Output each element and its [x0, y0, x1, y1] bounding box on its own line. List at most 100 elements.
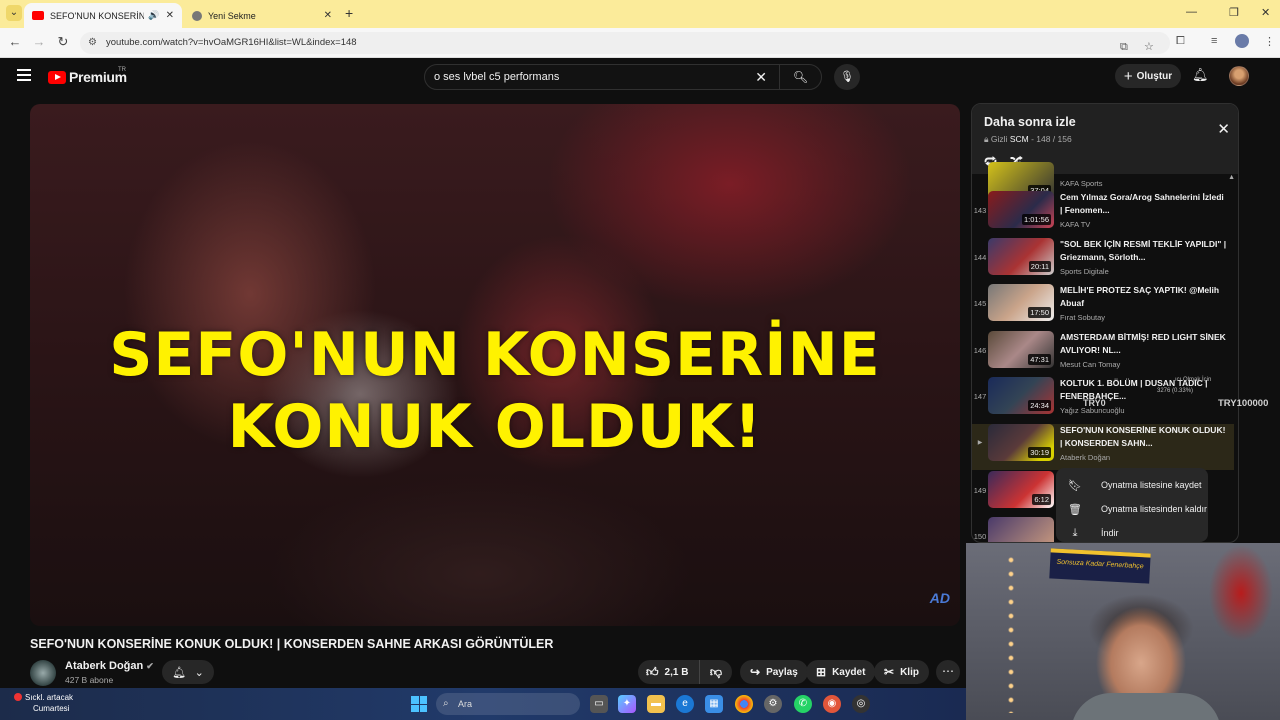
file-explorer-icon[interactable]: ▬	[647, 695, 665, 713]
video-thumbnail[interactable]: 24:34	[988, 377, 1054, 414]
webcam-overlay: Sonsuza Kadar Fenerbahçe	[966, 543, 1280, 720]
tab-new[interactable]: Yeni Sekme ✕	[184, 3, 340, 28]
menu-item-save-to-playlist[interactable]: 🔖︎ Oynatma listesine kaydet	[1056, 473, 1208, 497]
reload-icon[interactable]: ↻	[54, 34, 72, 50]
video-thumbnail[interactable]: 6:12	[988, 471, 1054, 508]
back-icon[interactable]: ←	[6, 34, 24, 49]
create-label: Oluştur	[1136, 70, 1173, 82]
video-thumbnail[interactable]: 47:31	[988, 331, 1054, 368]
search-button[interactable]: 🔍︎	[779, 65, 821, 89]
channel-name[interactable]: Ataberk Doğan	[65, 660, 143, 672]
bookmark-star-icon[interactable]: ☆	[1144, 36, 1154, 58]
copilot-icon[interactable]: ✦	[618, 695, 636, 713]
save-button[interactable]: ⊞ Kaydet	[806, 660, 876, 684]
playlist-owner[interactable]: SCM	[1010, 134, 1029, 144]
list-item-current[interactable]: ▶ 30:19 SEFO'NUN KONSERİNE KONUK OLDUK! …	[972, 424, 1234, 470]
create-button[interactable]: + Oluştur	[1115, 64, 1181, 88]
verified-icon: ✔	[146, 661, 154, 671]
youtube-logo[interactable]: Premium TR	[48, 67, 127, 85]
forward-icon[interactable]: →	[30, 34, 48, 49]
app-icon[interactable]: ◉	[823, 695, 841, 713]
like-button[interactable]: 👍︎ 2,1 B	[638, 660, 700, 684]
video-duration: 30:19	[1028, 447, 1051, 458]
close-window-icon[interactable]: ✕	[1261, 6, 1270, 19]
extensions-icon[interactable]: ⧠	[1176, 35, 1185, 48]
like-dislike-group: 👍︎ 2,1 B 👎︎	[638, 660, 732, 684]
new-tab-button[interactable]: +	[345, 5, 353, 21]
video-title[interactable]: SEFO'NUN KONSERİNE KONUK OLDUK! | KONSER…	[1060, 424, 1228, 450]
video-duration: 47:31	[1028, 354, 1051, 365]
video-title[interactable]: AMSTERDAM BİTMİŞ! RED LIGHT SİNEK AVLIYO…	[1060, 331, 1228, 357]
chrome-menu-icon[interactable]: ⋮	[1264, 35, 1275, 48]
context-menu: 🔖︎ Oynatma listesine kaydet 🗑︎ Oynatma l…	[1056, 468, 1208, 542]
video-thumbnail[interactable]: 30:19	[988, 424, 1054, 461]
close-tab-icon[interactable]: ✕	[324, 10, 332, 21]
menu-item-download[interactable]: ⤓ İndir	[1056, 521, 1208, 545]
tab-search-button[interactable]: ⌄	[6, 5, 22, 21]
channel-name-row[interactable]: Ataberk Doğan ✔	[65, 660, 154, 672]
minimize-icon[interactable]: —	[1186, 6, 1197, 18]
taskbar-search[interactable]: ⌕ Ara	[436, 693, 580, 715]
video-thumbnail[interactable]	[988, 517, 1054, 542]
whatsapp-icon[interactable]: ✆	[794, 695, 812, 713]
video-channel: KAFA TV	[1060, 220, 1091, 229]
list-item[interactable]: 144 20:11 "SOL BEK İÇİN RESMİ TEKLİF YAP…	[972, 238, 1234, 284]
windows-start-icon[interactable]	[411, 696, 427, 712]
site-info-icon[interactable]: ⚙	[88, 32, 97, 54]
url-field[interactable]: ⚙ youtube.com/watch?v=hvOaMGR16HI&list=W…	[80, 32, 1170, 54]
notifications-bell-icon[interactable]: 🔔︎	[1192, 67, 1209, 83]
video-thumbnail[interactable]: 17:50	[988, 284, 1054, 321]
item-index: 145	[973, 299, 987, 308]
channel-avatar[interactable]	[30, 660, 56, 686]
video-title[interactable]: Cem Yılmaz Gora/Arog Sahnelerini İzledi …	[1060, 191, 1228, 217]
search-box[interactable]: o ses lvbel c5 performans ✕ 🔍︎	[424, 64, 822, 90]
tab-youtube[interactable]: SEFO'NUN KONSERİNE KO 🔊 ✕	[24, 3, 182, 28]
string-lights	[1006, 553, 1016, 713]
store-icon[interactable]: ▦	[705, 695, 723, 713]
list-item[interactable]: 143 1:01:56 Cem Yılmaz Gora/Arog Sahnele…	[972, 191, 1234, 237]
video-title: SEFO'NUN KONSERİNE KONUK OLDUK! | KONSER…	[30, 637, 554, 651]
menu-icon[interactable]	[17, 69, 31, 84]
share-button[interactable]: ↪ Paylaş	[740, 660, 808, 684]
voice-search-button[interactable]: 🎙︎	[834, 64, 860, 90]
chrome-profile-avatar[interactable]	[1235, 34, 1249, 48]
more-actions-icon[interactable]: ⋯	[936, 660, 960, 684]
channel-watermark-icon[interactable]: AD	[930, 590, 950, 606]
restore-icon[interactable]: ❐	[1229, 6, 1239, 19]
edge-icon[interactable]: e	[676, 695, 694, 713]
video-title[interactable]: MELİH'E PROTEZ SAÇ YAPTIK! @Melih Abuaf	[1060, 284, 1228, 310]
overlay-small: 3276 (0.33%)	[1157, 388, 1194, 394]
weather-widget[interactable]: Sıckl. artacak Cumartesi	[14, 692, 73, 714]
task-view-icon[interactable]: ▭	[590, 695, 608, 713]
account-avatar[interactable]	[1229, 66, 1249, 86]
playlist-title[interactable]: Daha sonra izle	[984, 115, 1076, 129]
obs-icon[interactable]: ◎	[852, 695, 870, 713]
menu-item-remove-from-playlist[interactable]: 🗑︎ Oynatma listesinden kaldır	[1056, 497, 1208, 521]
scissors-icon: ✂	[884, 665, 895, 679]
search-input[interactable]: o ses lvbel c5 performans	[434, 71, 755, 83]
video-title[interactable]: "SOL BEK İÇİN RESMİ TEKLİF YAPILDI" | Gr…	[1060, 238, 1228, 264]
list-item[interactable]: 145 17:50 MELİH'E PROTEZ SAÇ YAPTIK! @Me…	[972, 284, 1234, 330]
close-tab-icon[interactable]: ✕	[166, 10, 174, 21]
mic-icon: 🎙︎	[840, 71, 854, 83]
dislike-button[interactable]: 👎︎	[700, 665, 732, 680]
video-player[interactable]: SEFO'NUN KONSERİNE KONUK OLDUK! AD	[30, 104, 960, 626]
media-controls-icon[interactable]: ≡	[1211, 35, 1217, 47]
weather-line-1: Sıckl. artacak	[25, 693, 74, 702]
close-playlist-icon[interactable]: ✕	[1217, 120, 1230, 138]
video-thumbnail[interactable]: 20:11	[988, 238, 1054, 275]
item-index: 146	[973, 346, 987, 355]
settings-icon[interactable]: ⚙	[764, 695, 782, 713]
save-label: Kaydet	[832, 666, 866, 678]
install-app-icon[interactable]: ⧉	[1120, 36, 1128, 58]
clear-search-icon[interactable]: ✕	[755, 69, 767, 86]
list-item[interactable]: 146 47:31 AMSTERDAM BİTMİŞ! RED LIGHT Sİ…	[972, 331, 1234, 377]
video-channel: Ataberk Doğan	[1060, 453, 1111, 462]
speaker-icon[interactable]: 🔊	[148, 10, 159, 21]
subscription-bell-button[interactable]: 🔔︎ ⌄	[162, 660, 214, 684]
chrome-icon[interactable]	[735, 695, 753, 713]
clip-button[interactable]: ✂ Klip	[874, 660, 929, 684]
weather-alert-icon	[14, 693, 22, 701]
video-thumbnail[interactable]: 1:01:56	[988, 191, 1054, 228]
windows-taskbar: Sıckl. artacak Cumartesi ⌕ Ara ▭ ✦ ▬ e ▦…	[0, 688, 966, 720]
